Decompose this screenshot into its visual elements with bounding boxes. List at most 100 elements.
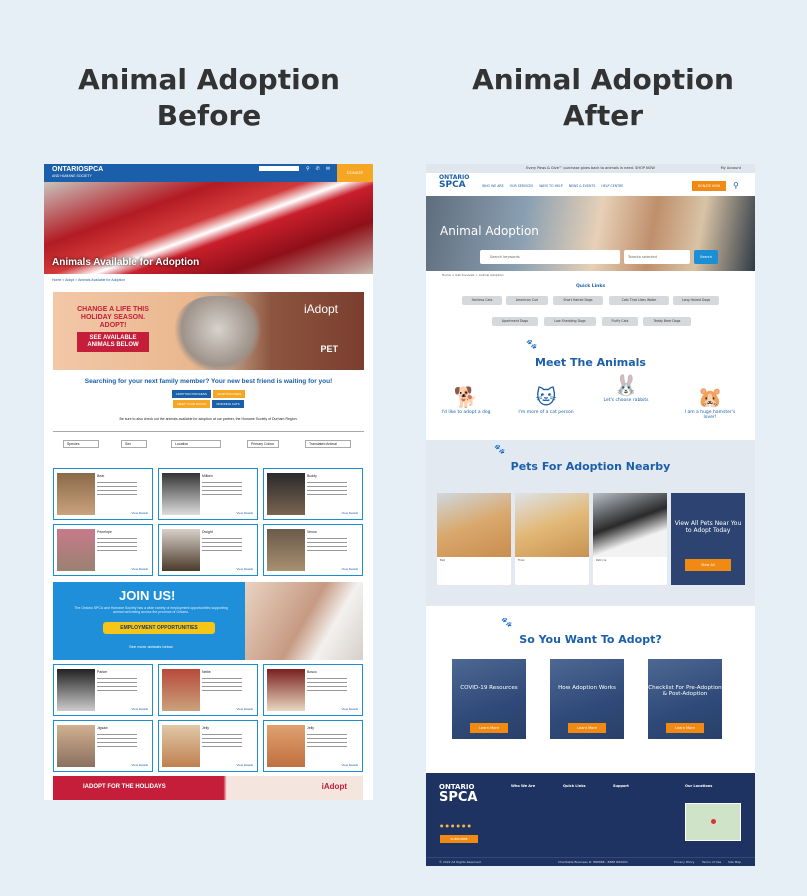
how-adoption-works-card[interactable]: How Adoption Works Learn More <box>550 659 624 739</box>
before-holiday-footer-banner[interactable]: IADOPT FOR THE HOLIDAYS iAdopt <box>53 776 363 800</box>
before-nav-icons[interactable]: ⚲✆✉ <box>306 166 336 172</box>
see-more-link[interactable]: See more animals below <box>129 644 173 649</box>
adopt-dog-link[interactable]: 🐕 I'd like to adopt a dog <box>436 386 496 415</box>
adoption-fees-button[interactable]: ADOPTION FEES <box>212 390 246 398</box>
before-heading: Animal Adoption Before <box>78 63 340 132</box>
checklist-card[interactable]: Checklist For Pre-Adoption & Post-Adopti… <box>648 659 722 739</box>
filter-colour[interactable]: Primary Colour <box>247 440 279 448</box>
animal-card[interactable]: Jelly View Details <box>158 720 258 772</box>
dog-icon: 🐕 <box>453 385 479 409</box>
animal-card[interactable]: Buddy View Details <box>263 468 363 520</box>
learn-more-button[interactable]: Learn More <box>666 723 704 733</box>
menu-help-centre[interactable]: HELP CENTRE <box>601 184 623 188</box>
hero-title: Animal Adoption <box>440 224 539 238</box>
menu-news-events[interactable]: NEWS & EVENTS <box>569 184 596 188</box>
pet-photo <box>437 493 511 557</box>
quick-link-chip[interactable]: Low Shedding Dogs <box>544 317 596 326</box>
adopt-cat-link[interactable]: 🐱 I'm more of a cat person <box>516 386 576 415</box>
animal-card[interactable]: Nellie View Details <box>158 664 258 716</box>
menu-our-services[interactable]: OUR SERVICES <box>510 184 534 188</box>
before-holiday-banner[interactable]: CHANGE A LIFE THIS HOLIDAY SEASON. ADOPT… <box>53 292 364 370</box>
pet-card[interactable]: Bell <box>437 493 511 585</box>
footer-logo[interactable]: ONTARIO SPCA <box>439 783 478 804</box>
menu-who-we-are[interactable]: WHO WE ARE <box>482 184 504 188</box>
adopt-hamster-link[interactable]: 🐹 I am a huge hamster's lover! <box>680 386 740 420</box>
search-icon[interactable]: ⚲ <box>733 181 742 190</box>
adoption-process-button[interactable]: ADOPTION PROCESS <box>171 390 211 398</box>
learn-more-button[interactable]: Learn More <box>568 723 606 733</box>
before-hero: Animals Available for Adoption <box>44 182 373 274</box>
quick-link-chip[interactable]: Teddy Bear Dogs <box>643 317 691 326</box>
learn-more-button[interactable]: Learn More <box>470 723 508 733</box>
filter-location[interactable]: Location <box>171 440 221 448</box>
terms-link[interactable]: Terms of Use <box>702 858 721 866</box>
quick-link-chip[interactable]: Fluffy Cats <box>602 317 638 326</box>
before-join-banner: JOIN US! The Ontario SPCA and Humane Soc… <box>53 582 363 660</box>
banner-cta[interactable]: SEE AVAILABLE ANIMALS BELOW <box>77 332 149 352</box>
search-input[interactable]: Search keywords <box>480 250 620 264</box>
banner-headline: CHANGE A LIFE THIS HOLIDAY SEASON. ADOPT… <box>77 306 149 329</box>
my-account-link[interactable]: My Account <box>721 164 741 173</box>
filter-species[interactable]: Species <box>63 440 99 448</box>
filter-sex[interactable]: Sex <box>121 440 147 448</box>
before-screenshot: ONTARIOSPCA AND HUMANE SOCIETY ⚲✆✉ DONATE… <box>44 164 373 800</box>
quick-link-chip[interactable]: Hairless Cats <box>462 296 502 305</box>
cat-photo <box>173 296 263 370</box>
animal-card[interactable]: Parker View Details <box>53 664 153 716</box>
footer-quick-links: Quick Links <box>563 784 586 788</box>
before-search-input[interactable] <box>259 166 299 171</box>
holiday-brand: iAdopt <box>321 782 347 791</box>
pet-card[interactable]: Patricia <box>593 493 667 585</box>
employment-button[interactable]: EMPLOYMENT OPPORTUNITIES <box>103 622 215 634</box>
animal-card[interactable]: Bosco View Details <box>263 664 363 716</box>
footer-who-we-are: Who We Are <box>511 784 536 788</box>
sitemap-link[interactable]: Site Map <box>728 858 741 866</box>
animal-card[interactable]: Jelly View Details <box>263 720 363 772</box>
before-partner-note: Be sure to also check out the animals av… <box>119 417 298 421</box>
pets-nearby-section: 🐾 Pets For Adoption Nearby Bell Fidel Pa… <box>426 440 755 606</box>
animal-card[interactable]: Bear View Details <box>53 468 153 520</box>
view-all-pets-card[interactable]: View All Pets Near You to Adopt Today Vie… <box>671 493 745 585</box>
location-map[interactable] <box>685 803 741 841</box>
filter-translated[interactable]: Translated Animal <box>305 440 351 448</box>
copyright: © 2022 All Rights Reserved <box>439 860 481 864</box>
before-logo[interactable]: ONTARIOSPCA AND HUMANE SOCIETY <box>52 166 103 180</box>
footer-locations: Our Locations <box>685 784 713 788</box>
quick-link-chip[interactable]: Apartment Dogs <box>492 317 538 326</box>
animal-card[interactable]: Jigsaw View Details <box>53 720 153 772</box>
pet-card[interactable]: Fidel <box>515 493 589 585</box>
after-logo[interactable]: ONTARIO SPCA <box>439 175 469 190</box>
menu-ways-to-help[interactable]: WAYS TO HELP <box>539 184 562 188</box>
adopt-rabbit-link[interactable]: 🐰 Let's choose rabbits <box>596 374 656 403</box>
quick-links-title: Quick Links <box>575 284 606 289</box>
quick-link-chip[interactable]: American Curl <box>506 296 548 305</box>
animal-card[interactable]: Venus View Details <box>263 524 363 576</box>
promo-text[interactable]: Every Paws & Give™ purchase gives back t… <box>526 166 655 170</box>
view-all-button[interactable]: View All <box>685 559 731 571</box>
animal-card[interactable]: Miliken View Details <box>158 468 258 520</box>
search-button[interactable]: Search <box>694 250 718 264</box>
before-breadcrumb[interactable]: Home > Adopt > Animals Available for Ado… <box>44 274 373 286</box>
donate-now-button[interactable]: DONATE NOW <box>692 181 726 191</box>
meet-title: Meet The Animals <box>535 356 646 369</box>
quick-link-chip[interactable]: Cats That Likes Water <box>609 296 669 305</box>
meet-your-match-button[interactable]: MEET YOUR MATCH <box>173 400 211 408</box>
before-search-text: Searching for your next family member? Y… <box>84 378 333 385</box>
before-filters: Species Sex Location Primary Colour Tran… <box>53 431 364 451</box>
before-button-group: ADOPTION PROCESS ADOPTION FEES MEET YOUR … <box>44 389 373 409</box>
social-icons[interactable]: ●●●●●● <box>440 823 473 828</box>
after-breadcrumb[interactable]: Home > Get Involved > Animal Adoption <box>442 273 503 277</box>
subscribe-button[interactable]: SUBSCRIBE <box>440 835 478 843</box>
animal-card[interactable]: Penelope View Details <box>53 524 153 576</box>
working-cats-button[interactable]: WORKING CATS <box>212 400 244 408</box>
location-select[interactable]: Toronto selected <box>624 250 690 264</box>
privacy-link[interactable]: Privacy Policy <box>674 858 694 866</box>
quick-link-chip[interactable]: Long Haired Dogs <box>673 296 719 305</box>
join-text: The Ontario SPCA and Humane Society has … <box>74 606 228 614</box>
quick-link-chip[interactable]: Short Haired Dogs <box>553 296 603 305</box>
after-topbar: Every Paws & Give™ purchase gives back t… <box>426 164 755 173</box>
animal-card[interactable]: Dwight View Details <box>158 524 258 576</box>
covid-resources-card[interactable]: COVID-19 Resources Learn More <box>452 659 526 739</box>
before-donate-button[interactable]: DONATE <box>337 164 373 182</box>
paw-icon: 🐾 <box>494 445 506 455</box>
